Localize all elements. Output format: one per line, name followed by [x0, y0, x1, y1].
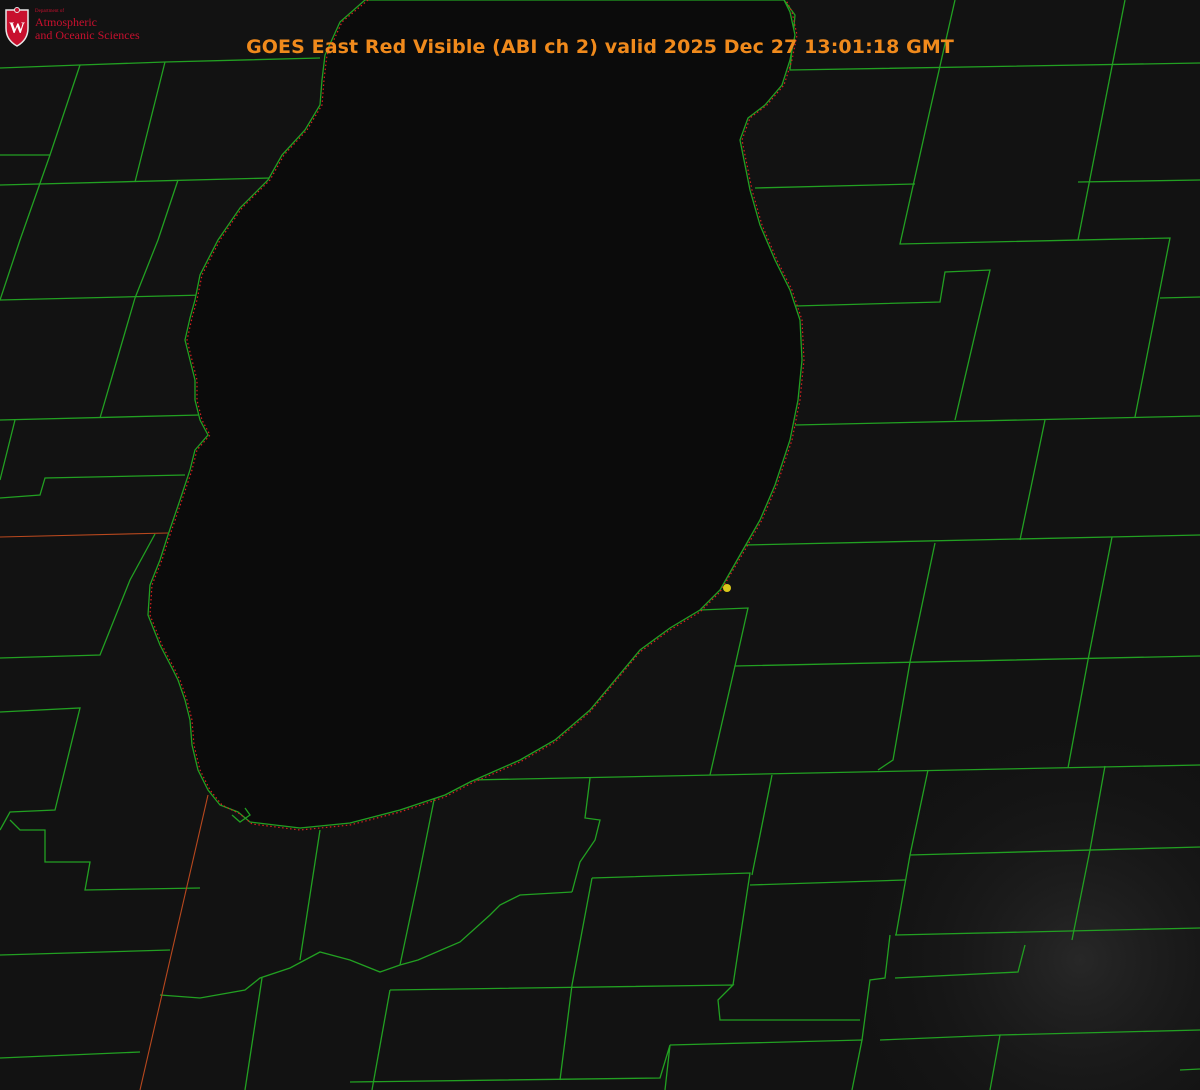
image-title: GOES East Red Visible (ABI ch 2) valid 2… [246, 36, 954, 58]
svg-text:W: W [9, 20, 25, 37]
satellite-map[interactable]: W Department of Atmospheric and Oceanic … [0, 0, 1200, 1090]
map-canvas [0, 0, 1200, 1090]
logo-department-label: Department of [35, 9, 65, 14]
location-marker[interactable] [723, 584, 731, 592]
